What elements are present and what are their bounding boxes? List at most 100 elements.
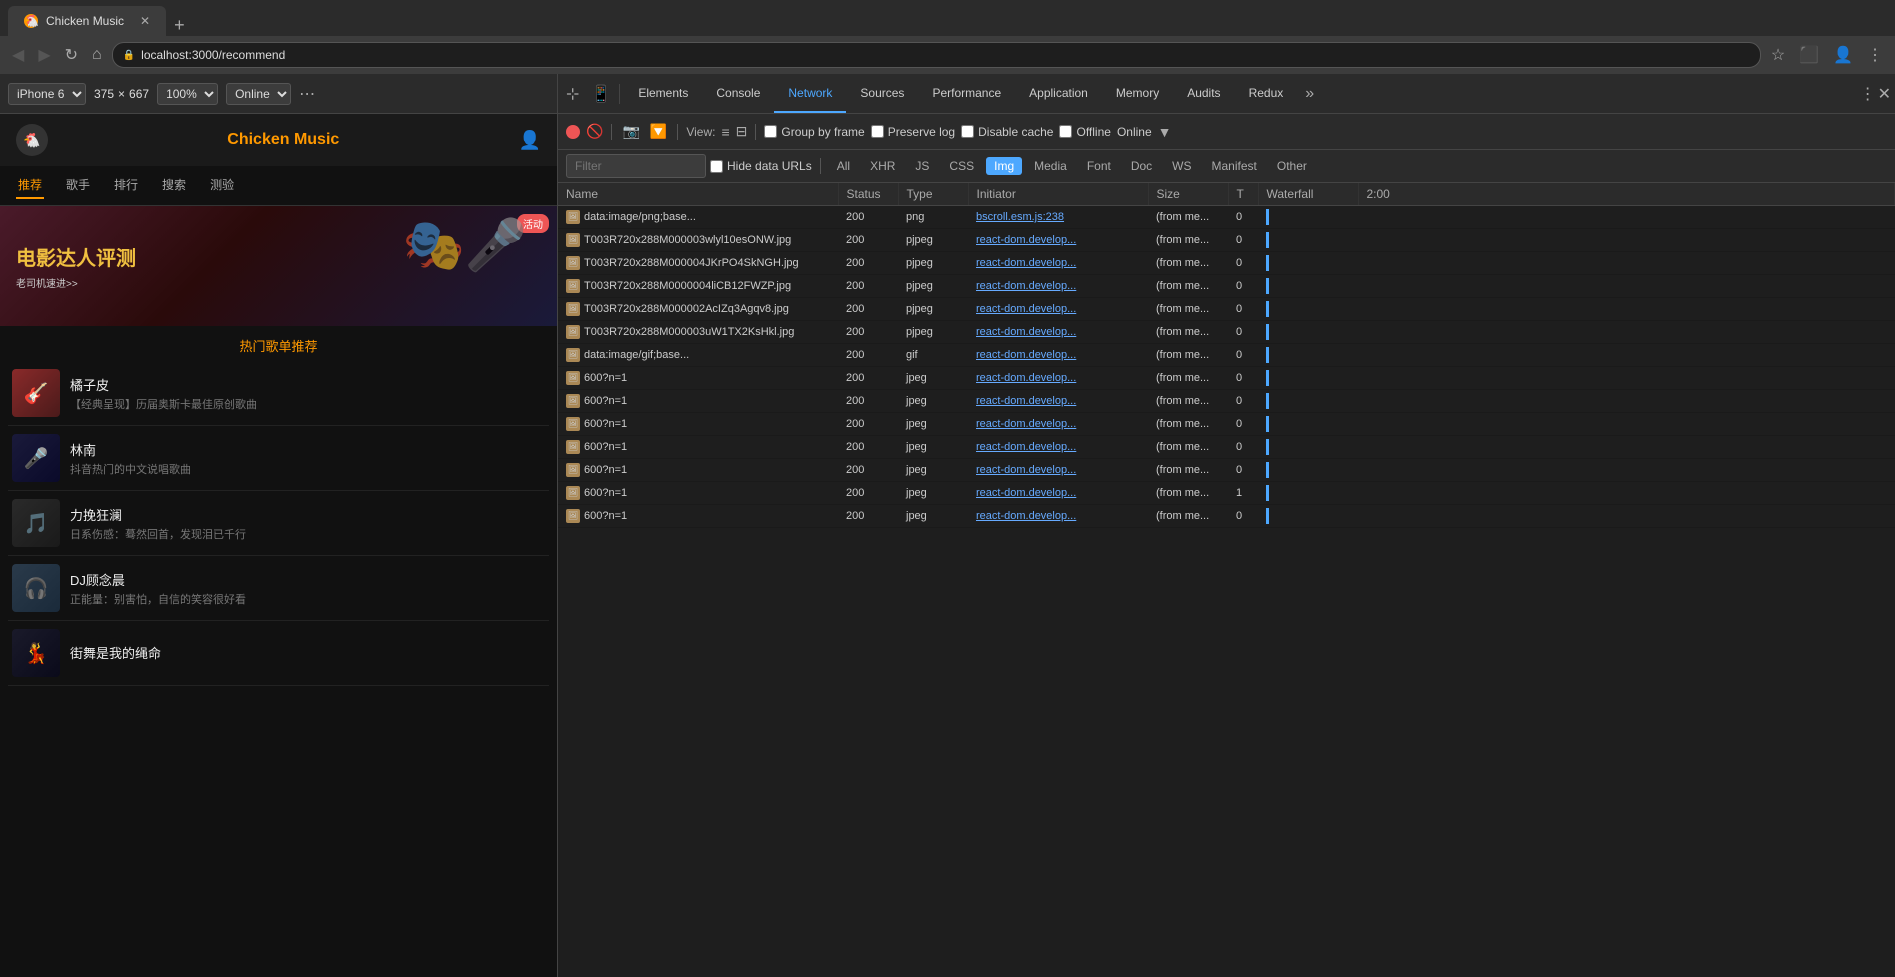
col-header-name[interactable]: Name [558, 183, 838, 206]
initiator-link[interactable]: react-dom.develop... [976, 510, 1076, 522]
filter-media[interactable]: Media [1026, 157, 1075, 175]
initiator-link[interactable]: react-dom.develop... [976, 372, 1076, 384]
table-row[interactable]: 🖼T003R720x288M000003wlyl10esONW.jpg 200 … [558, 229, 1895, 252]
initiator-link[interactable]: react-dom.develop... [976, 487, 1076, 499]
new-tab-button[interactable]: + [166, 15, 193, 36]
more-tabs-button[interactable]: » [1297, 85, 1322, 103]
table-row[interactable]: 🖼T003R720x288M000003uW1TX2KsHkl.jpg 200 … [558, 321, 1895, 344]
bookmark-button[interactable]: ☆ [1767, 43, 1789, 67]
disable-cache-checkbox[interactable]: Disable cache [961, 125, 1053, 139]
initiator-link[interactable]: react-dom.develop... [976, 257, 1076, 269]
tab-sources[interactable]: Sources [846, 74, 918, 113]
filter-other[interactable]: Other [1269, 157, 1315, 175]
nav-item-quiz[interactable]: 测验 [208, 172, 236, 199]
zoom-selector[interactable]: 100% [157, 83, 218, 105]
menu-button[interactable]: ⋮ [1863, 43, 1887, 67]
list-item[interactable]: 🎤 林南 抖音热门的中文说唱歌曲 [8, 426, 549, 491]
nav-item-recommend[interactable]: 推荐 [16, 172, 44, 199]
list-item[interactable]: 🎧 DJ顾念晨 正能量：别害怕，自信的笑容很好看 [8, 556, 549, 621]
col-header-size[interactable]: Size [1148, 183, 1228, 206]
nav-item-search[interactable]: 搜索 [160, 172, 188, 199]
filter-css[interactable]: CSS [941, 157, 982, 175]
filter-font[interactable]: Font [1079, 157, 1119, 175]
col-header-type[interactable]: Type [898, 183, 968, 206]
filter-doc[interactable]: Doc [1123, 157, 1160, 175]
table-row[interactable]: 🖼600?n=1 200 jpeg react-dom.develop... (… [558, 413, 1895, 436]
tab-close-icon[interactable]: ✕ [140, 14, 150, 28]
extensions-button[interactable]: ⬛ [1795, 43, 1823, 67]
devtools-settings-button[interactable]: ⋮ [1860, 84, 1876, 104]
hide-data-urls-checkbox[interactable]: Hide data URLs [710, 159, 812, 173]
browser-tab[interactable]: 🐔 Chicken Music ✕ [8, 6, 166, 36]
initiator-link[interactable]: bscroll.esm.js:238 [976, 211, 1064, 223]
filter-ws[interactable]: WS [1164, 157, 1199, 175]
group-by-frame-checkbox[interactable]: Group by frame [764, 125, 864, 139]
initiator-link[interactable]: react-dom.develop... [976, 303, 1076, 315]
initiator-link[interactable]: react-dom.develop... [976, 464, 1076, 476]
table-row[interactable]: 🖼T003R720x288M0000004liCB12FWZP.jpg 200 … [558, 275, 1895, 298]
connectivity-selector[interactable]: Online [226, 83, 291, 105]
table-row[interactable]: 🖼data:image/gif;base... 200 gif react-do… [558, 344, 1895, 367]
camera-button[interactable]: 📷 [620, 123, 641, 140]
tab-network[interactable]: Network [774, 74, 846, 113]
table-row[interactable]: 🖼600?n=1 200 jpeg react-dom.develop... (… [558, 390, 1895, 413]
inspect-element-button[interactable]: ⊹ [558, 84, 587, 104]
hero-banner[interactable]: 电影达人评测 老司机速进>> 活动 🎭🎤 [0, 206, 557, 326]
table-row[interactable]: 🖼600?n=1 200 jpeg react-dom.develop... (… [558, 505, 1895, 528]
initiator-link[interactable]: react-dom.develop... [976, 326, 1076, 338]
initiator-link[interactable]: react-dom.develop... [976, 418, 1076, 430]
initiator-link[interactable]: react-dom.develop... [976, 234, 1076, 246]
throttle-dropdown[interactable]: ▼ [1158, 124, 1172, 140]
address-bar[interactable]: 🔒 localhost:3000/recommend [112, 42, 1761, 68]
detail-view-button[interactable]: ⊟ [736, 123, 748, 140]
table-row[interactable]: 🖼600?n=1 200 jpeg react-dom.develop... (… [558, 482, 1895, 505]
filter-js[interactable]: JS [907, 157, 937, 175]
tab-performance[interactable]: Performance [918, 74, 1015, 113]
preserve-log-checkbox[interactable]: Preserve log [871, 125, 955, 139]
initiator-link[interactable]: react-dom.develop... [976, 441, 1076, 453]
tab-console[interactable]: Console [702, 74, 774, 113]
table-row[interactable]: 🖼600?n=1 200 jpeg react-dom.develop... (… [558, 436, 1895, 459]
filter-xhr[interactable]: XHR [862, 157, 903, 175]
device-toggle-button[interactable]: 📱 [587, 84, 615, 104]
tab-audits[interactable]: Audits [1173, 74, 1234, 113]
initiator-link[interactable]: react-dom.develop... [976, 349, 1076, 361]
table-row[interactable]: 🖼data:image/png;base... 200 png bscroll.… [558, 206, 1895, 229]
forward-button[interactable]: ▶ [34, 43, 54, 67]
filter-manifest[interactable]: Manifest [1204, 157, 1265, 175]
filter-all[interactable]: All [829, 157, 858, 175]
filter-input[interactable] [566, 154, 706, 178]
nav-item-rank[interactable]: 排行 [112, 172, 140, 199]
list-item[interactable]: 🎵 力挽狂澜 日系伤感：蓦然回首，发现泪已千行 [8, 491, 549, 556]
table-row[interactable]: 🖼T003R720x288M000004JKrPO4SkNGH.jpg 200 … [558, 252, 1895, 275]
list-view-button[interactable]: ≡ [721, 124, 729, 140]
initiator-link[interactable]: react-dom.develop... [976, 280, 1076, 292]
filter-button[interactable]: 🔽 [648, 123, 669, 140]
filter-img[interactable]: Img [986, 157, 1022, 175]
table-row[interactable]: 🖼600?n=1 200 jpeg react-dom.develop... (… [558, 459, 1895, 482]
list-item[interactable]: 💃 街舞是我的绳命 [8, 621, 549, 686]
offline-checkbox[interactable]: Offline [1059, 125, 1110, 139]
col-header-initiator[interactable]: Initiator [968, 183, 1148, 206]
tab-application[interactable]: Application [1015, 74, 1102, 113]
tab-redux[interactable]: Redux [1235, 74, 1298, 113]
col-header-time[interactable]: T [1228, 183, 1258, 206]
initiator-link[interactable]: react-dom.develop... [976, 395, 1076, 407]
list-item[interactable]: 🎸 橘子皮 【经典呈现】历届奥斯卡最佳原创歌曲 [8, 361, 549, 426]
table-row[interactable]: 🖼T003R720x288M000002AcIZq3Agqv8.jpg 200 … [558, 298, 1895, 321]
col-header-status[interactable]: Status [838, 183, 898, 206]
table-row[interactable]: 🖼600?n=1 200 jpeg react-dom.develop... (… [558, 367, 1895, 390]
tab-memory[interactable]: Memory [1102, 74, 1173, 113]
col-header-waterfall[interactable]: Waterfall [1258, 183, 1358, 206]
more-device-options-button[interactable]: ⋯ [299, 84, 315, 104]
tab-elements[interactable]: Elements [624, 74, 702, 113]
nav-item-singer[interactable]: 歌手 [64, 172, 92, 199]
account-button[interactable]: 👤 [1829, 43, 1857, 67]
clear-button[interactable]: 🚫 [586, 123, 603, 140]
devtools-close-button[interactable]: ✕ [1878, 84, 1891, 104]
home-button[interactable]: ⌂ [88, 44, 106, 66]
device-selector[interactable]: iPhone 6 [8, 83, 86, 105]
record-button[interactable] [566, 125, 580, 139]
reload-button[interactable]: ↻ [61, 43, 82, 67]
back-button[interactable]: ◀ [8, 43, 28, 67]
